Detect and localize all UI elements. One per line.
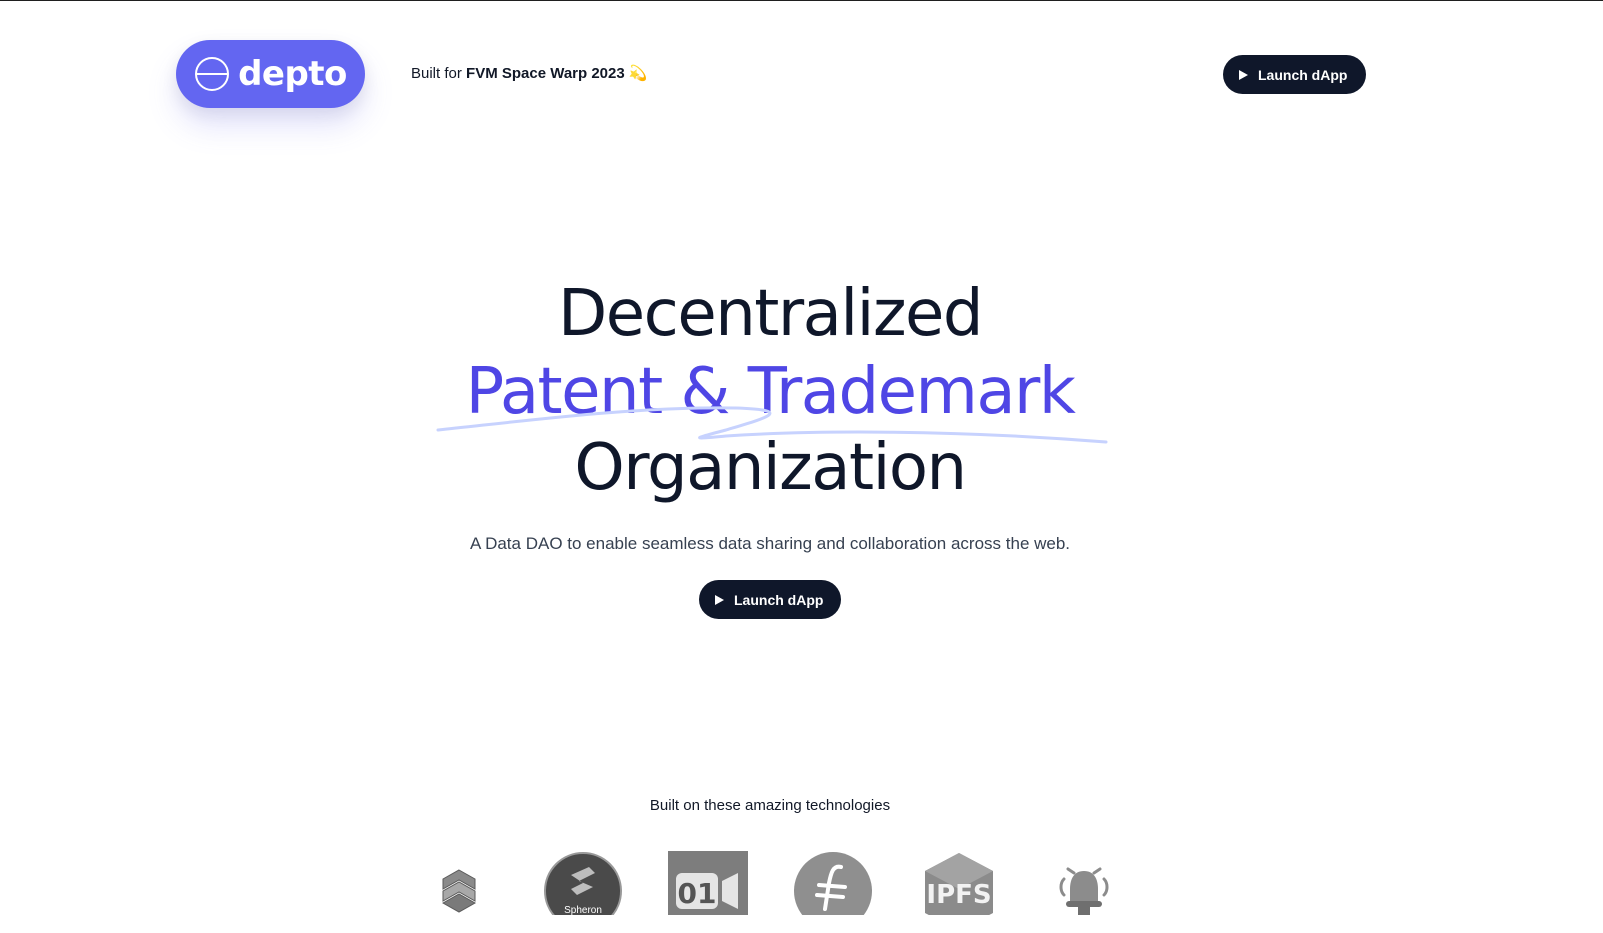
hero-title-line-1: Decentralized [557, 277, 984, 351]
spheron-label: Spheron [564, 905, 602, 915]
launch-dapp-label: Launch dApp [734, 591, 824, 608]
play-icon [715, 594, 724, 605]
launch-dapp-button-header[interactable]: Launch dApp [1223, 55, 1366, 94]
ipfs-icon: IPFS [925, 853, 993, 915]
launch-dapp-label: Launch dApp [1258, 66, 1348, 83]
logo-text: depto [238, 54, 347, 94]
hero-subtitle: A Data DAO to enable seamless data shari… [469, 534, 1071, 553]
polybase-icon [441, 869, 477, 913]
hero-title-line-2: Patent & Trademark [465, 355, 1076, 429]
huddle01-icon: 01 [668, 851, 748, 915]
ipfs-label: IPFS [926, 880, 991, 910]
built-for-event: FVM Space Warp 2023 [466, 65, 625, 82]
push-bell-icon [1059, 867, 1109, 915]
play-icon [1239, 69, 1248, 80]
built-for-prefix: Built for [411, 65, 462, 82]
hero-title-line-3: Organization [574, 431, 967, 505]
filecoin-icon [794, 852, 872, 915]
built-for-banner: Built for FVM Space Warp 2023 💫 [411, 64, 648, 82]
huddle-label: 01 [678, 877, 717, 910]
top-border [0, 0, 1603, 1]
depto-logo[interactable]: depto [176, 40, 365, 108]
sparkle-icon: 💫 [628, 65, 648, 82]
globe-logo-icon [195, 57, 230, 91]
launch-dapp-button-hero[interactable]: Launch dApp [699, 580, 841, 619]
spheron-icon: Spheron [544, 852, 622, 915]
technologies-title: Built on these amazing technologies [649, 797, 891, 814]
